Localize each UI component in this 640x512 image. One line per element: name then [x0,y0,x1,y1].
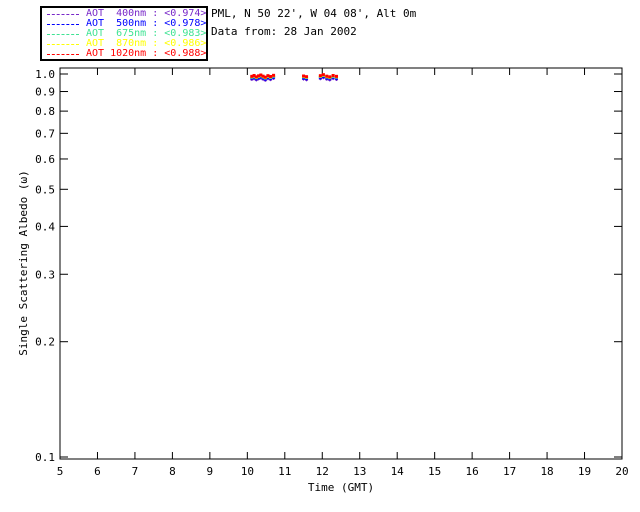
y-tick-label: 0.3 [35,268,55,281]
x-tick-label: 6 [94,465,101,478]
x-tick-label: 10 [241,465,254,478]
x-tick-label: 14 [391,465,405,478]
x-tick-label: 19 [578,465,591,478]
x-tick-label: 11 [278,465,291,478]
x-axis-title: Time (GMT) [308,481,374,494]
y-tick-label: 0.1 [35,451,55,464]
y-tick-label: 0.4 [35,220,55,233]
x-tick-label: 5 [57,465,64,478]
x-tick-label: 7 [132,465,139,478]
data-marker [325,74,329,78]
data-marker [328,75,332,79]
data-marker [263,75,267,79]
ssa-plot-page: AOT 400nm : <0.974> AOT 500nm : <0.978> … [0,0,640,512]
x-tick-label: 9 [207,465,214,478]
y-tick-label: 0.7 [35,127,55,140]
y-tick-label: 0.6 [35,153,55,166]
x-axis-ticks: 5 6 7 8 9 10 11 12 13 14 15 16 17 18 19 20 [57,68,629,478]
data-marker [272,73,276,77]
data-marker [331,74,335,78]
data-marker [321,73,325,77]
data-marker [305,75,309,79]
data-points [250,73,339,82]
y-tick-label: 0.9 [35,86,55,99]
y-tick-label: 0.5 [35,183,55,196]
x-tick-label: 15 [428,465,441,478]
x-tick-label: 18 [540,465,553,478]
x-tick-label: 8 [169,465,176,478]
data-marker [335,74,339,78]
chart-plot-area: 5 6 7 8 9 10 11 12 13 14 15 16 17 18 19 20 1.0 0.9 0.8 0.7 0… [35,67,629,494]
data-marker [266,74,270,78]
data-marker [269,75,273,79]
data-marker [302,74,306,78]
y-tick-label: 0.2 [35,336,55,349]
x-tick-label: 12 [316,465,329,478]
x-tick-label: 13 [353,465,366,478]
x-tick-label: 17 [503,465,516,478]
y-tick-label: 0.8 [35,105,55,118]
plot-border [59,67,623,460]
x-tick-label: 16 [466,465,479,478]
y-axis-ticks: 1.0 0.9 0.8 0.7 0.6 0.5 0.4 0.3 0.2 0.1 [35,68,622,464]
x-tick-label: 20 [615,465,628,478]
y-tick-label: 1.0 [35,68,55,81]
data-marker [318,74,322,78]
